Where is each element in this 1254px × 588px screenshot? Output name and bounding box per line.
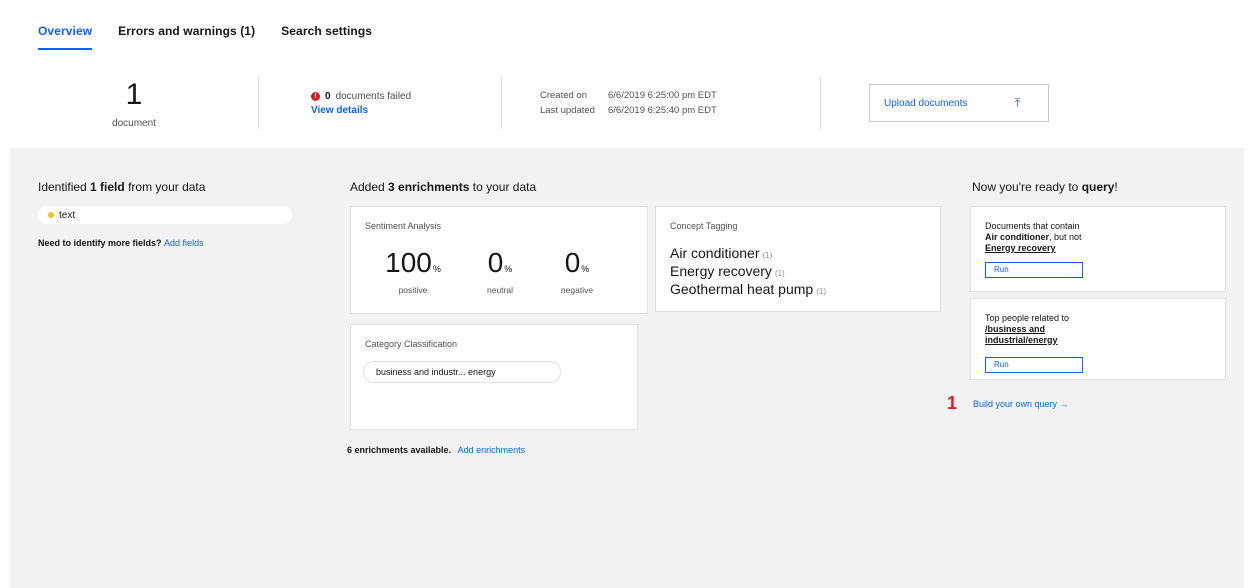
negative-number: 0 bbox=[564, 247, 581, 278]
enrichments-title: Added 3 enrichments to your data bbox=[350, 180, 536, 194]
build-your-own-query-link[interactable]: Build your own query → bbox=[973, 399, 1069, 409]
category-tag: business and industr... energy bbox=[363, 361, 561, 383]
overview-panel: Identified 1 field from your data text N… bbox=[10, 148, 1244, 588]
sentiment-negative-value: 0% bbox=[547, 247, 607, 285]
field-tag-text[interactable]: text bbox=[38, 206, 292, 224]
concept-count: (1) bbox=[816, 287, 826, 296]
neutral-unit: % bbox=[504, 264, 513, 274]
sentiment-analysis-card[interactable]: Sentiment Analysis 100% positive 0% neut… bbox=[350, 206, 648, 314]
suggested-query-text: Documents that contain Air conditioner, … bbox=[985, 221, 1145, 254]
add-enrichments-link[interactable]: Add enrichments bbox=[458, 445, 526, 455]
fields-title: Identified 1 field from your data bbox=[38, 180, 205, 194]
sentiment-negative: 0% negative bbox=[547, 247, 607, 295]
positive-unit: % bbox=[432, 264, 441, 274]
concept-label: Energy recovery bbox=[670, 263, 772, 279]
concept-label: Air conditioner bbox=[670, 245, 760, 261]
enrichments-title-pre: Added bbox=[350, 180, 389, 194]
fields-title-post: from your data bbox=[124, 180, 206, 194]
step-marker: 1 bbox=[947, 393, 958, 413]
enrichments-title-post: to your data bbox=[469, 180, 537, 194]
negative-unit: % bbox=[581, 264, 590, 274]
query-mid: , but not bbox=[1049, 232, 1082, 242]
query-bold: /business and industrial/energy bbox=[985, 324, 1058, 345]
upload-label: Upload documents bbox=[884, 97, 968, 109]
query-title-bold: query bbox=[1081, 180, 1115, 194]
concept-tagging-card[interactable]: Concept Tagging Air conditioner (1) Energ… bbox=[655, 206, 941, 312]
concept-item: Air conditioner (1) bbox=[670, 245, 772, 261]
enrichments-available: 6 enrichments available. Add enrichments bbox=[347, 445, 525, 455]
collection-summary: 1 document ! 0 documents failed View det… bbox=[10, 62, 1244, 144]
tab-overview[interactable]: Overview bbox=[38, 18, 93, 50]
document-count-label: document bbox=[112, 117, 156, 129]
run-query-button[interactable]: Run bbox=[985, 357, 1083, 373]
concept-label: Geothermal heat pump bbox=[670, 281, 814, 297]
upload-icon: ⤒ bbox=[1014, 95, 1020, 110]
concept-count: (1) bbox=[774, 269, 785, 278]
suggested-query-text: Top people related to /business and indu… bbox=[985, 313, 1105, 346]
sentiment-positive: 100% positive bbox=[383, 247, 443, 295]
sentiment-card-title: Sentiment Analysis bbox=[365, 221, 442, 231]
sentiment-neutral: 0% neutral bbox=[475, 247, 525, 295]
concept-item: Energy recovery (1) bbox=[670, 263, 785, 279]
failed-count: 0 bbox=[325, 90, 331, 102]
failed-documents: ! 0 documents failed View details bbox=[259, 91, 501, 116]
failed-row: ! 0 documents failed bbox=[311, 91, 501, 102]
suggested-query-card[interactable]: Documents that contain Air conditioner, … bbox=[970, 206, 1226, 292]
tab-errors-and-warnings[interactable]: Errors and warnings (1) bbox=[118, 18, 255, 50]
category-card-title: Category Classification bbox=[365, 339, 458, 349]
query-bold: Air conditioner bbox=[985, 232, 1050, 242]
concept-item: Geothermal heat pump (1) bbox=[670, 281, 826, 297]
more-fields-text: Need to identify more fields? bbox=[38, 238, 162, 248]
tab-bar: Overview Errors and warnings (1) Search … bbox=[38, 18, 372, 50]
more-fields-prompt: Need to identify more fields? Add fields bbox=[38, 238, 204, 248]
category-classification-card[interactable]: Category Classification business and ind… bbox=[350, 324, 638, 430]
enrichments-available-text: 6 enrichments available. bbox=[347, 445, 452, 455]
suggested-query-card[interactable]: Top people related to /business and indu… bbox=[970, 298, 1226, 380]
query-line: Documents that contain bbox=[985, 221, 1080, 231]
fields-title-pre: Identified bbox=[38, 180, 91, 194]
concept-card-title: Concept Tagging bbox=[670, 221, 738, 231]
upload-wrapper: Upload documents ⤒ bbox=[821, 84, 1049, 122]
query-bold: Energy recovery bbox=[985, 243, 1056, 253]
tab-search-settings[interactable]: Search settings bbox=[281, 18, 372, 50]
failed-text: documents failed bbox=[335, 90, 412, 102]
sentiment-negative-label: negative bbox=[560, 285, 594, 295]
updated-value: 6/6/2019 6:25:40 pm EDT bbox=[608, 105, 717, 116]
enrichments-title-bold: 3 enrichments bbox=[388, 180, 470, 194]
collection-dates: Created on 6/6/2019 6:25:00 pm EDT Last … bbox=[502, 90, 820, 116]
sentiment-positive-value: 100% bbox=[383, 247, 443, 285]
updated-label: Last updated bbox=[540, 105, 595, 116]
error-icon: ! bbox=[311, 91, 320, 101]
sentiment-neutral-value: 0% bbox=[475, 247, 525, 285]
positive-number: 100 bbox=[385, 247, 432, 278]
query-title-post: ! bbox=[1114, 180, 1118, 194]
field-dot-icon bbox=[48, 212, 54, 218]
fields-title-bold: 1 field bbox=[90, 180, 125, 194]
created-value: 6/6/2019 6:25:00 pm EDT bbox=[608, 90, 717, 101]
neutral-number: 0 bbox=[487, 247, 504, 278]
view-details-link[interactable]: View details bbox=[311, 105, 501, 116]
sentiment-neutral-label: neutral bbox=[487, 285, 513, 295]
created-label: Created on bbox=[540, 90, 588, 101]
document-count: 1 document bbox=[10, 78, 258, 129]
run-query-button[interactable]: Run bbox=[985, 262, 1083, 278]
query-title-pre: Now you're ready to bbox=[972, 180, 1082, 194]
add-fields-link[interactable]: Add fields bbox=[164, 238, 204, 248]
concept-count: (1) bbox=[762, 251, 773, 260]
sentiment-positive-label: positive bbox=[398, 285, 428, 295]
document-count-value: 1 bbox=[125, 77, 143, 111]
query-title: Now you're ready to query! bbox=[972, 180, 1118, 194]
upload-documents-button[interactable]: Upload documents ⤒ bbox=[869, 84, 1049, 122]
query-line: Top people related to bbox=[985, 313, 1070, 323]
field-name: text bbox=[59, 209, 76, 221]
